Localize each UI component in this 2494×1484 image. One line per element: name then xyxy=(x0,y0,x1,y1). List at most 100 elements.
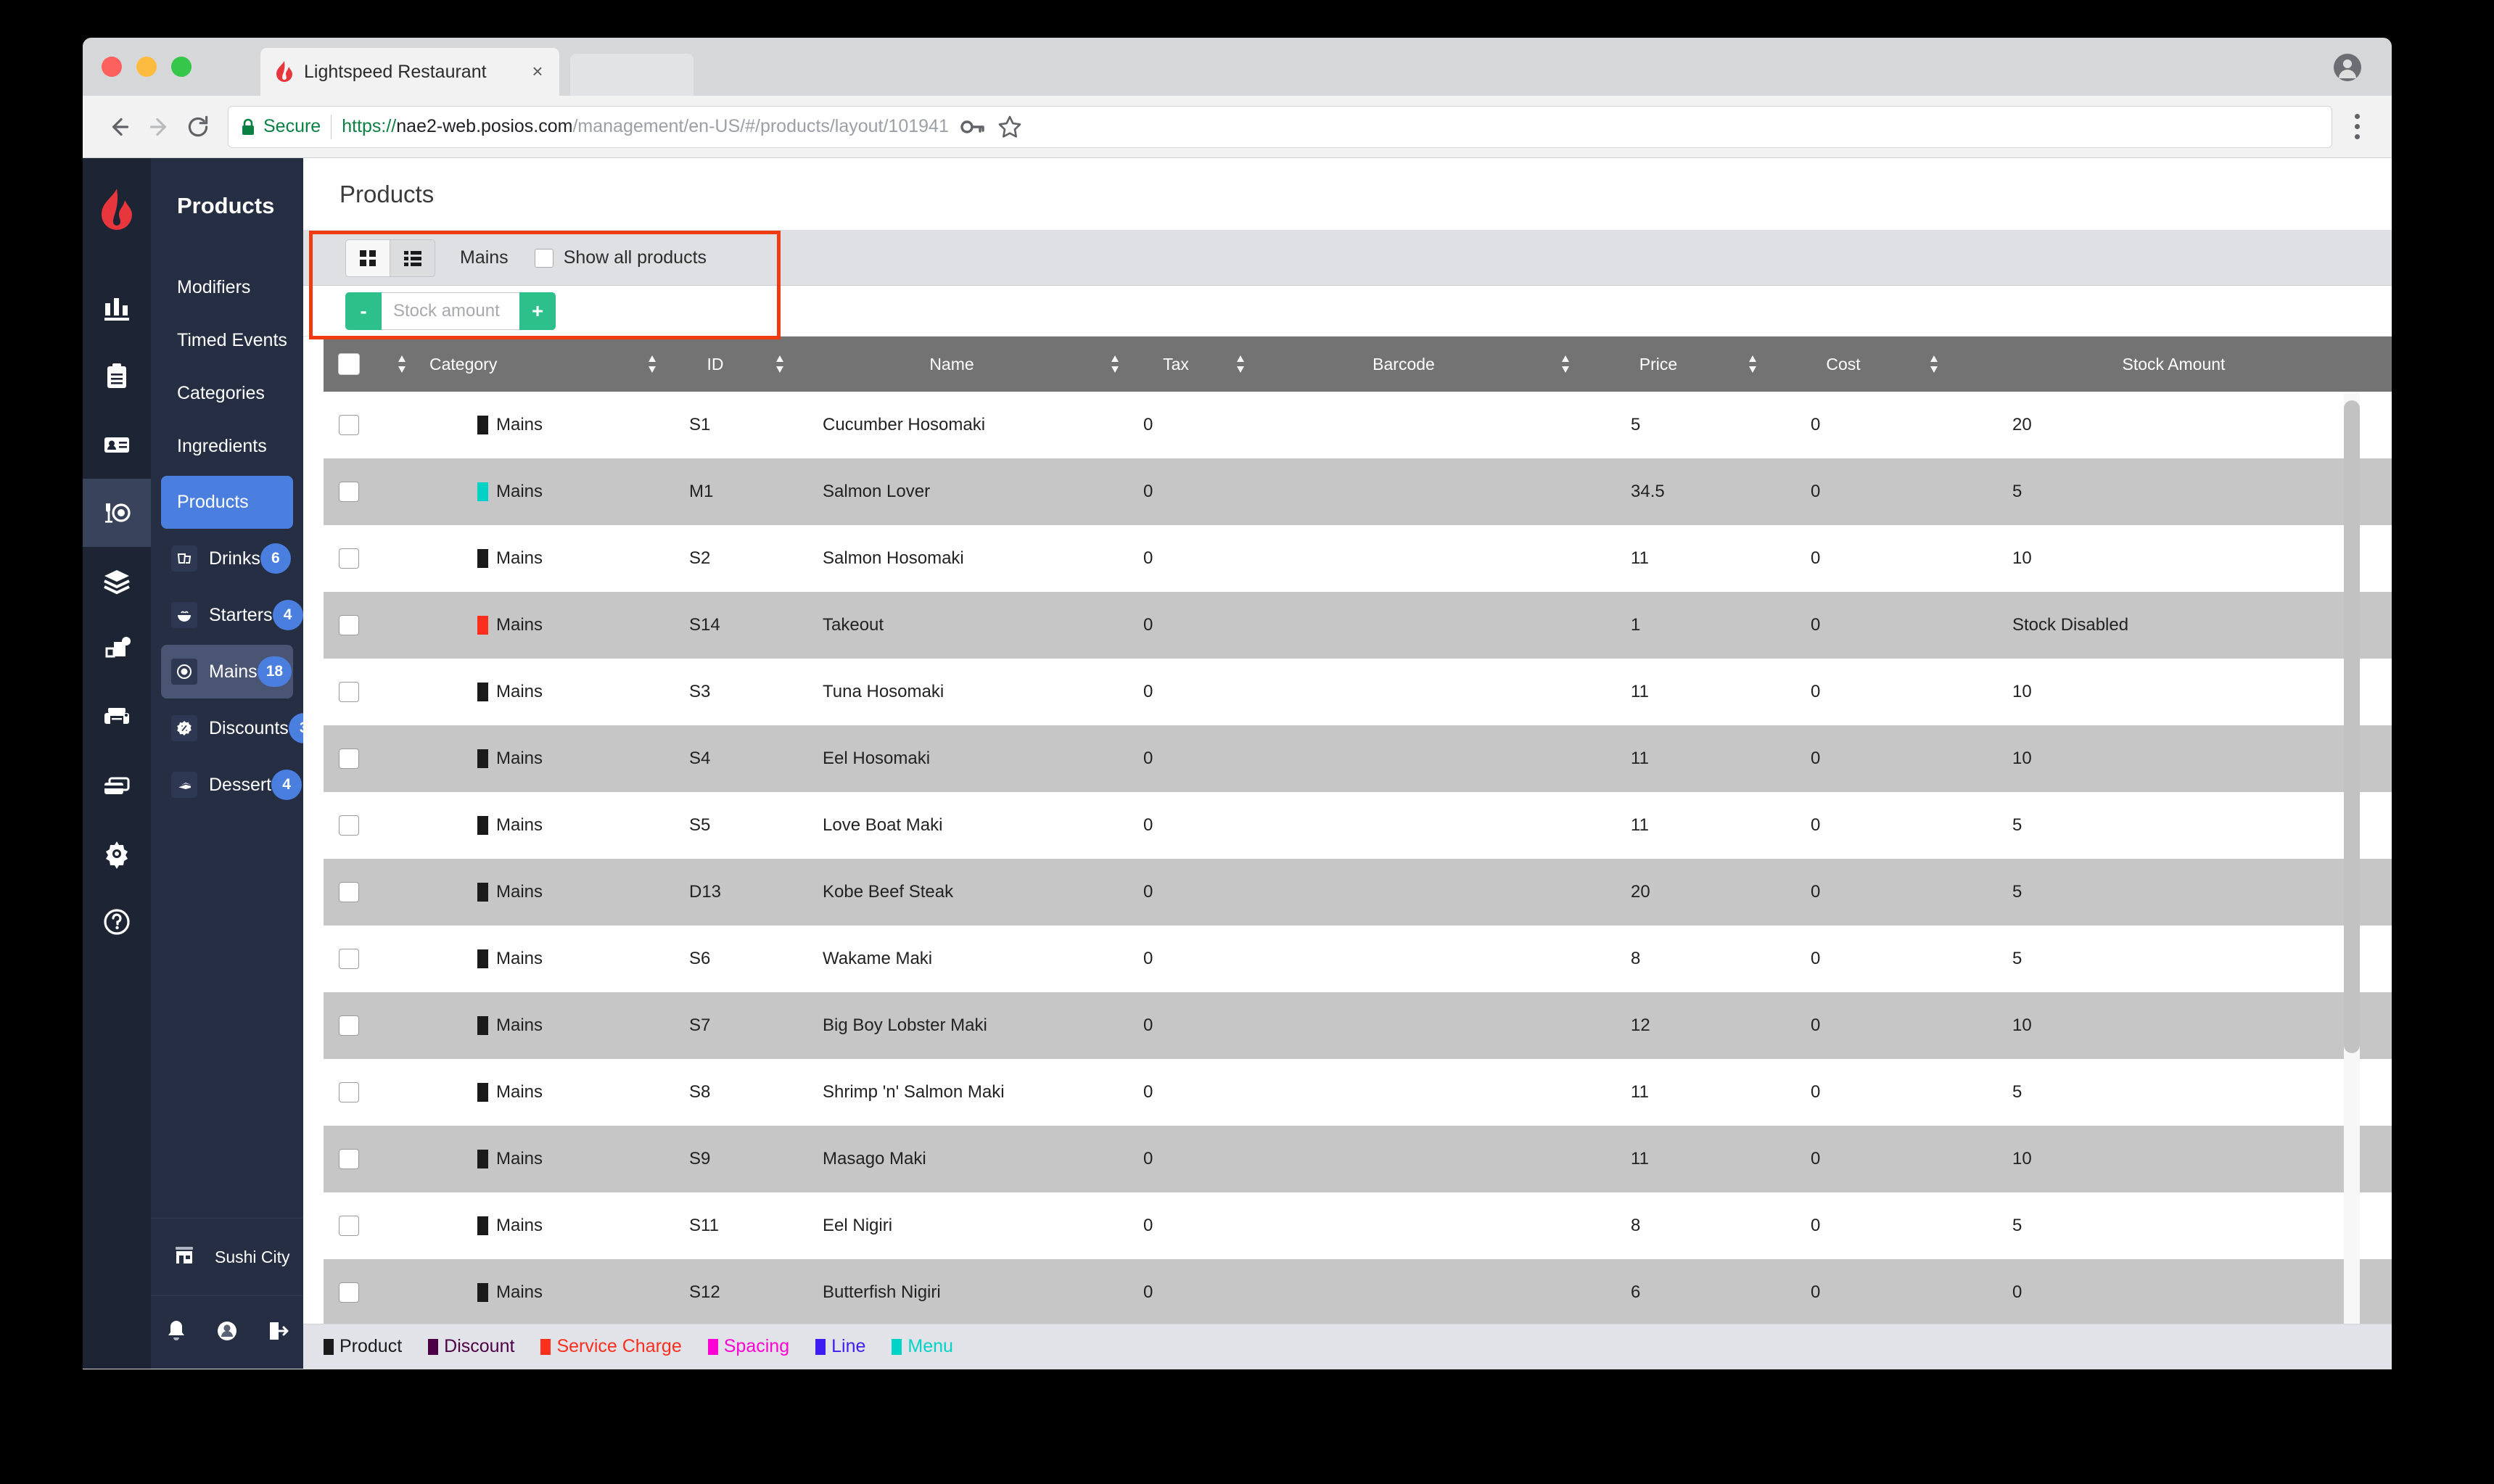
rail-gear-icon[interactable] xyxy=(83,820,151,888)
row-checkbox[interactable] xyxy=(324,815,374,836)
table-row[interactable]: Mains S4 Eel Hosomaki 0 11 0 10 xyxy=(324,725,2392,792)
column-header-stock-amount[interactable]: Stock Amount xyxy=(1956,355,2392,374)
back-button[interactable] xyxy=(100,107,139,147)
url-scheme: https:// xyxy=(342,116,397,136)
table-scrollbar-thumb[interactable] xyxy=(2344,400,2360,1053)
sidebar-item-timed-events[interactable]: Timed Events xyxy=(151,314,303,367)
tab-title: Lightspeed Restaurant xyxy=(304,61,487,82)
row-checkbox[interactable] xyxy=(324,749,374,769)
rail-card-icon[interactable] xyxy=(83,751,151,820)
table-row[interactable]: Mains S2 Salmon Hosomaki 0 11 0 10 xyxy=(324,525,2392,592)
key-icon[interactable] xyxy=(958,112,987,141)
stock-decrement-button[interactable]: - xyxy=(345,292,382,330)
table-row[interactable]: Mains S12 Butterfish Nigiri 0 6 0 0 xyxy=(324,1259,2392,1324)
column-header-tax[interactable]: Tax xyxy=(1133,355,1219,374)
avatar[interactable] xyxy=(2334,54,2361,81)
show-all-checkbox[interactable] xyxy=(534,248,553,268)
column-header-id[interactable]: ID xyxy=(678,355,753,374)
row-checkbox[interactable] xyxy=(324,415,374,435)
row-checkbox[interactable] xyxy=(324,949,374,969)
close-icon[interactable]: × xyxy=(527,62,548,82)
sort-icon-barcode[interactable] xyxy=(1219,353,1262,375)
row-checkbox[interactable] xyxy=(324,482,374,502)
table-row[interactable]: Mains S11 Eel Nigiri 0 8 0 5 xyxy=(324,1192,2392,1259)
sort-icon-category[interactable] xyxy=(374,353,429,375)
row-checkbox[interactable] xyxy=(324,1082,374,1102)
column-header-name[interactable]: Name xyxy=(807,355,1097,374)
table-row[interactable]: Mains M1 Salmon Lover 0 34.5 0 5 xyxy=(324,458,2392,525)
table-row[interactable]: Mains S7 Big Boy Lobster Maki 0 12 0 10 xyxy=(324,992,2392,1059)
sidebar-category-dessert[interactable]: Dessert 4 xyxy=(161,758,303,812)
row-checkbox[interactable] xyxy=(324,615,374,635)
sort-icon-cost[interactable] xyxy=(1731,353,1774,375)
sidebar-category-starters[interactable]: Starters 4 xyxy=(161,588,303,642)
rail-layers-icon[interactable] xyxy=(83,547,151,615)
minimize-window-button[interactable] xyxy=(136,57,157,77)
row-checkbox[interactable] xyxy=(324,548,374,569)
cell-category-label: Mains xyxy=(496,1015,543,1035)
table-row[interactable]: Mains D13 Kobe Beef Steak 0 20 0 5 xyxy=(324,859,2392,926)
forward-button[interactable] xyxy=(139,107,178,147)
stock-amount-input[interactable]: Stock amount xyxy=(382,292,519,330)
browser-tabstrip: Lightspeed Restaurant × xyxy=(83,38,2392,96)
sort-icon-name[interactable] xyxy=(753,353,807,375)
stock-increment-button[interactable]: + xyxy=(519,292,556,330)
legend-item: Product xyxy=(324,1336,402,1357)
grid-view-icon[interactable] xyxy=(345,239,390,277)
close-window-button[interactable] xyxy=(102,57,122,77)
select-all-checkbox[interactable] xyxy=(324,353,374,375)
store-selector[interactable]: Sushi City xyxy=(151,1218,303,1295)
table-row[interactable]: Mains S14 Takeout 0 1 0 Stock Disabled xyxy=(324,592,2392,659)
rail-devices-icon[interactable] xyxy=(83,615,151,683)
sort-icon-tax[interactable] xyxy=(1097,353,1133,375)
table-row[interactable]: Mains S8 Shrimp 'n' Salmon Maki 0 11 0 5 xyxy=(324,1059,2392,1126)
sidebar-category-label: Drinks xyxy=(209,548,260,569)
row-checkbox[interactable] xyxy=(324,1216,374,1236)
column-header-barcode[interactable]: Barcode xyxy=(1262,355,1545,374)
table-row[interactable]: Mains S9 Masago Maki 0 11 0 10 xyxy=(324,1126,2392,1192)
rail-bar-chart-icon[interactable] xyxy=(83,274,151,342)
row-checkbox[interactable] xyxy=(324,1149,374,1169)
sidebar-item-modifiers[interactable]: Modifiers xyxy=(151,261,303,314)
sidebar-category-label: Dessert xyxy=(209,774,272,795)
rail-clipboard-icon[interactable] xyxy=(83,342,151,411)
rail-help-icon[interactable] xyxy=(83,888,151,956)
bell-icon[interactable] xyxy=(160,1315,192,1347)
table-row[interactable]: Mains S1 Cucumber Hosomaki 0 5 0 20 xyxy=(324,392,2392,458)
row-checkbox[interactable] xyxy=(324,1015,374,1036)
maximize-window-button[interactable] xyxy=(171,57,192,77)
sidebar-item-ingredients[interactable]: Ingredients xyxy=(151,420,303,473)
list-view-icon[interactable] xyxy=(390,239,435,277)
sort-icon-stock[interactable] xyxy=(1912,353,1956,375)
sidebar-item-products[interactable]: Products xyxy=(161,476,293,529)
column-header-category[interactable]: Category xyxy=(429,355,627,374)
rail-id-card-icon[interactable] xyxy=(83,411,151,479)
rail-dining-icon[interactable] xyxy=(83,479,151,547)
sidebar-item-categories[interactable]: Categories xyxy=(151,367,303,420)
column-header-cost[interactable]: Cost xyxy=(1774,355,1912,374)
sidebar-category-drinks[interactable]: Drinks 6 xyxy=(161,532,293,585)
cell-tax: 0 xyxy=(1143,1015,1153,1035)
row-checkbox[interactable] xyxy=(324,1282,374,1303)
address-bar[interactable]: Secure https://nae2-web.posios.com/manag… xyxy=(228,105,2332,148)
sidebar-category-discounts[interactable]: Discounts 3 xyxy=(161,701,319,755)
sort-icon-id[interactable] xyxy=(627,353,678,375)
row-checkbox[interactable] xyxy=(324,882,374,902)
table-row[interactable]: Mains S6 Wakame Maki 0 8 0 5 xyxy=(324,926,2392,992)
sidebar-category-badge: 6 xyxy=(260,543,291,574)
column-header-price[interactable]: Price xyxy=(1586,355,1731,374)
reload-button[interactable] xyxy=(178,107,218,147)
sort-icon-price[interactable] xyxy=(1545,353,1586,375)
browser-menu-button[interactable] xyxy=(2339,114,2374,139)
user-icon[interactable] xyxy=(211,1315,243,1347)
browser-tab[interactable]: Lightspeed Restaurant × xyxy=(260,48,559,96)
rail-printer-icon[interactable] xyxy=(83,683,151,751)
table-row[interactable]: Mains S5 Love Boat Maki 0 11 0 5 xyxy=(324,792,2392,859)
logout-icon[interactable] xyxy=(262,1315,294,1347)
new-tab-button[interactable] xyxy=(570,54,694,96)
sidebar-category-mains[interactable]: Mains 18 xyxy=(161,645,293,698)
bookmark-star-icon[interactable] xyxy=(995,112,1024,141)
row-checkbox[interactable] xyxy=(324,682,374,702)
table-row[interactable]: Mains S3 Tuna Hosomaki 0 11 0 10 xyxy=(324,659,2392,725)
show-all-products-toggle[interactable]: Show all products xyxy=(534,247,707,268)
